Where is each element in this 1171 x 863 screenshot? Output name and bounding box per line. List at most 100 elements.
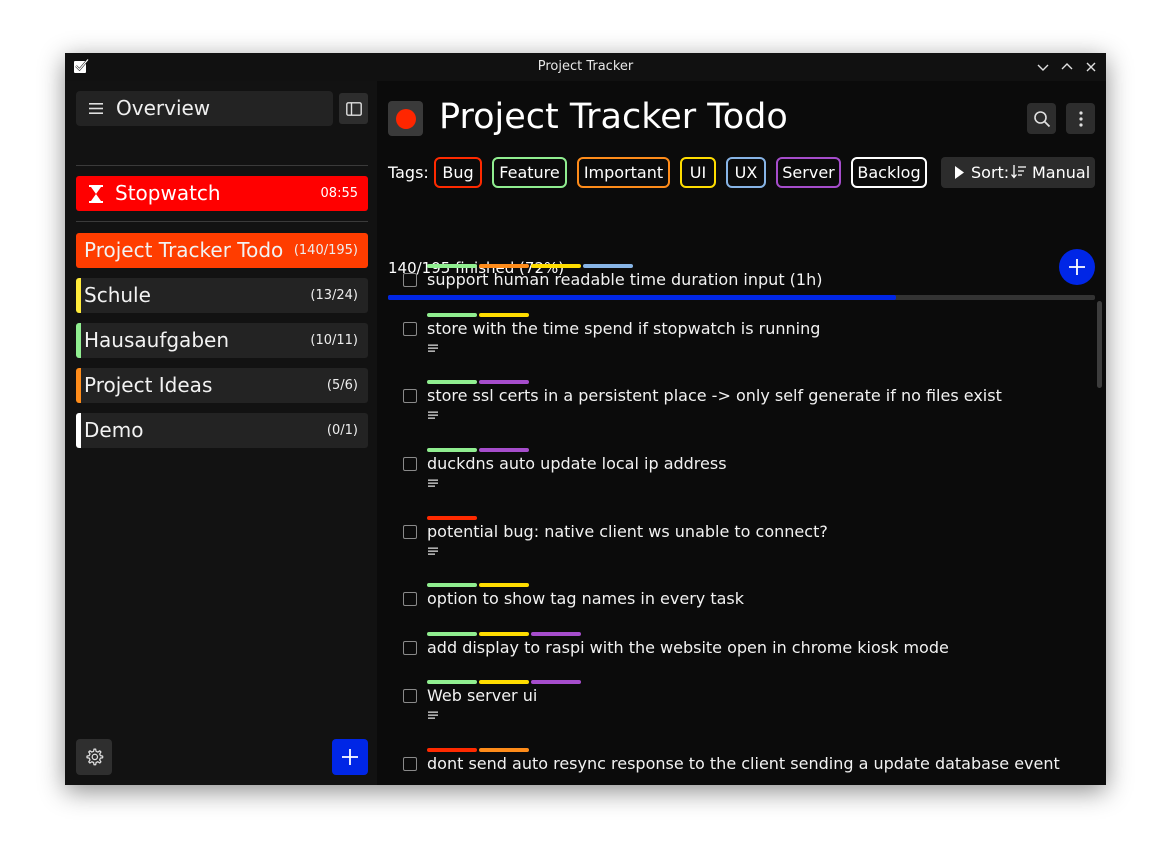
sort-label: Sort: (971, 163, 1010, 182)
progress-bar (388, 295, 1095, 300)
task-tag-bar (479, 264, 529, 268)
project-color-bar (76, 278, 81, 313)
task-tag-bar (479, 748, 529, 752)
search-button[interactable] (1027, 103, 1056, 134)
task-checkbox[interactable] (403, 689, 417, 703)
settings-button[interactable] (76, 739, 112, 775)
tag-bug[interactable]: Bug (434, 157, 482, 188)
plus-icon (342, 749, 358, 765)
add-task-button[interactable] (1059, 249, 1095, 285)
task-text: duckdns auto update local ip address (427, 454, 727, 473)
gear-icon (86, 748, 104, 766)
task-tag-bar (479, 583, 529, 587)
toggle-sidebar-button[interactable] (339, 93, 368, 124)
project-item-project-tracker-todo[interactable]: Project Tracker Todo (140/195) (76, 233, 368, 268)
project-color-bar (76, 368, 81, 403)
scrollbar[interactable] (1097, 301, 1102, 388)
task-tag-bar (427, 680, 477, 684)
tag-ux[interactable]: UX (726, 157, 766, 188)
more-options-button[interactable] (1066, 103, 1095, 134)
sort-order-icon (1011, 165, 1026, 179)
stopwatch-label: Stopwatch (115, 181, 221, 205)
tag-server[interactable]: Server (776, 157, 841, 188)
note-lines-icon (428, 547, 438, 555)
task-tag-bar (427, 313, 477, 317)
project-color-button[interactable] (388, 101, 423, 136)
task-tag-bar (427, 583, 477, 587)
note-lines-icon (428, 711, 438, 719)
plus-icon (1069, 259, 1085, 275)
project-name: Project Ideas (84, 373, 213, 397)
sort-value: Manual (1032, 163, 1091, 182)
task-text: store with the time spend if stopwatch i… (427, 319, 821, 338)
window-title: Project Tracker (537, 59, 634, 74)
note-lines-icon (428, 344, 438, 352)
overview-label: Overview (116, 96, 211, 120)
hourglass-icon (89, 185, 103, 203)
play-triangle-icon (955, 166, 964, 179)
project-name: Demo (84, 418, 144, 442)
project-item-project-ideas[interactable]: Project Ideas (5/6) (76, 368, 368, 403)
divider (76, 165, 368, 166)
tag-feature[interactable]: Feature (492, 157, 567, 188)
project-count: (10/11) (310, 333, 358, 348)
task-checkbox[interactable] (403, 525, 417, 539)
project-count: (13/24) (310, 288, 358, 303)
overview-button[interactable]: Overview (76, 91, 333, 126)
close-icon[interactable] (1083, 59, 1099, 75)
project-color-bar (76, 323, 81, 358)
task-checkbox[interactable] (403, 757, 417, 771)
task-tag-bar (479, 680, 529, 684)
task-checkbox[interactable] (403, 641, 417, 655)
stopwatch-button[interactable]: Stopwatch 08:55 (76, 176, 368, 211)
task-text: add display to raspi with the website op… (427, 638, 949, 657)
project-name: Schule (84, 283, 151, 307)
search-icon (1033, 110, 1050, 127)
more-vertical-icon (1078, 110, 1083, 127)
tag-important[interactable]: Important (577, 157, 670, 188)
task-text: Web server ui (427, 686, 538, 705)
task-tag-bar (531, 632, 581, 636)
color-dot-icon (395, 108, 416, 129)
sort-button[interactable]: Sort: Manual (941, 157, 1095, 188)
task-tag-bar (427, 380, 477, 384)
maximize-icon[interactable] (1059, 59, 1075, 75)
task-text: dont send auto resync response to the cl… (427, 754, 1060, 773)
task-checkbox[interactable] (403, 457, 417, 471)
main-panel: Project Tracker Todo Tags: Bug Feature I… (377, 81, 1106, 785)
task-checkbox[interactable] (403, 322, 417, 336)
task-tag-bar (531, 680, 581, 684)
note-lines-icon (428, 479, 438, 487)
task-tag-bar (479, 380, 529, 384)
hamburger-menu-icon (89, 103, 103, 114)
project-count: (140/195) (293, 243, 358, 258)
project-item-hausaufgaben[interactable]: Hausaufgaben (10/11) (76, 323, 368, 358)
project-item-schule[interactable]: Schule (13/24) (76, 278, 368, 313)
task-tag-bar (583, 264, 633, 268)
stopwatch-time: 08:55 (320, 186, 358, 201)
task-tag-bar (427, 264, 477, 268)
add-project-button[interactable] (332, 739, 368, 775)
task-tag-bar (427, 632, 477, 636)
project-count: (0/1) (326, 423, 358, 438)
task-text: store ssl certs in a persistent place ->… (427, 386, 1002, 405)
progress-fill (388, 295, 896, 300)
project-item-demo[interactable]: Demo (0/1) (76, 413, 368, 448)
project-count: (5/6) (326, 378, 358, 393)
tag-backlog[interactable]: Backlog (851, 157, 927, 188)
task-text: support human readable time duration inp… (427, 270, 823, 289)
project-title: Project Tracker Todo (439, 97, 788, 137)
task-tag-bar (427, 748, 477, 752)
task-tag-bar (479, 313, 529, 317)
tag-ui[interactable]: UI (680, 157, 716, 188)
task-checkbox[interactable] (403, 389, 417, 403)
task-tag-bar (479, 632, 529, 636)
task-checkbox[interactable] (403, 273, 417, 287)
task-checkbox[interactable] (403, 592, 417, 606)
app-window: Project Tracker Overview Stopwatch 08:55… (65, 53, 1106, 785)
divider (76, 221, 368, 222)
minimize-icon[interactable] (1035, 59, 1051, 75)
project-name: Hausaufgaben (84, 328, 229, 352)
tags-label: Tags: (388, 163, 429, 182)
note-lines-icon (428, 411, 438, 419)
